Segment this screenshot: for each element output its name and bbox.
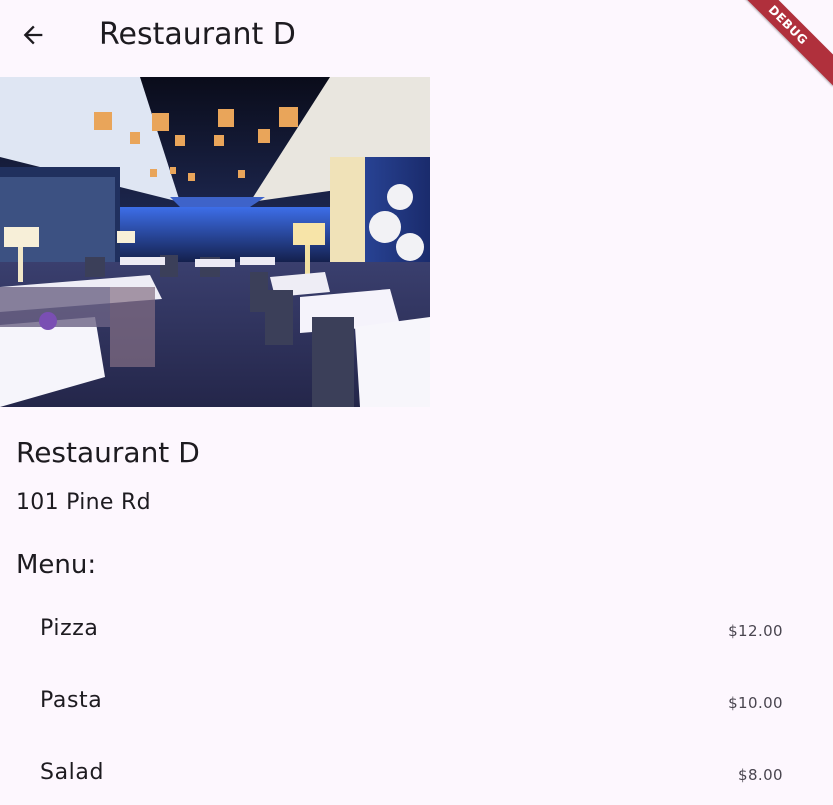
app-screen: Restaurant D DEBUG Restaurant D 101 Pine… (0, 0, 833, 805)
menu-item-price: $10.00 (728, 694, 783, 712)
restaurant-name: Restaurant D (16, 436, 200, 469)
restaurant-address: 101 Pine Rd (16, 490, 151, 515)
menu-heading: Menu: (16, 550, 97, 580)
menu-item-name: Pasta (40, 688, 103, 713)
restaurant-image (0, 77, 430, 407)
app-bar: Restaurant D (0, 0, 833, 72)
menu-item-name: Salad (40, 760, 105, 785)
back-button[interactable] (9, 11, 57, 59)
menu-item-salad[interactable]: Salad $8.00 (0, 740, 833, 805)
menu-list: Pizza $12.00 Pasta $10.00 Salad $8.00 (0, 596, 833, 805)
arrow-left-icon (23, 25, 43, 45)
menu-item-price: $12.00 (728, 622, 783, 640)
menu-item-name: Pizza (40, 616, 99, 641)
menu-item-pizza[interactable]: Pizza $12.00 (0, 596, 833, 668)
menu-item-pasta[interactable]: Pasta $10.00 (0, 668, 833, 740)
page-title: Restaurant D (99, 17, 296, 52)
menu-item-price: $8.00 (738, 766, 783, 784)
